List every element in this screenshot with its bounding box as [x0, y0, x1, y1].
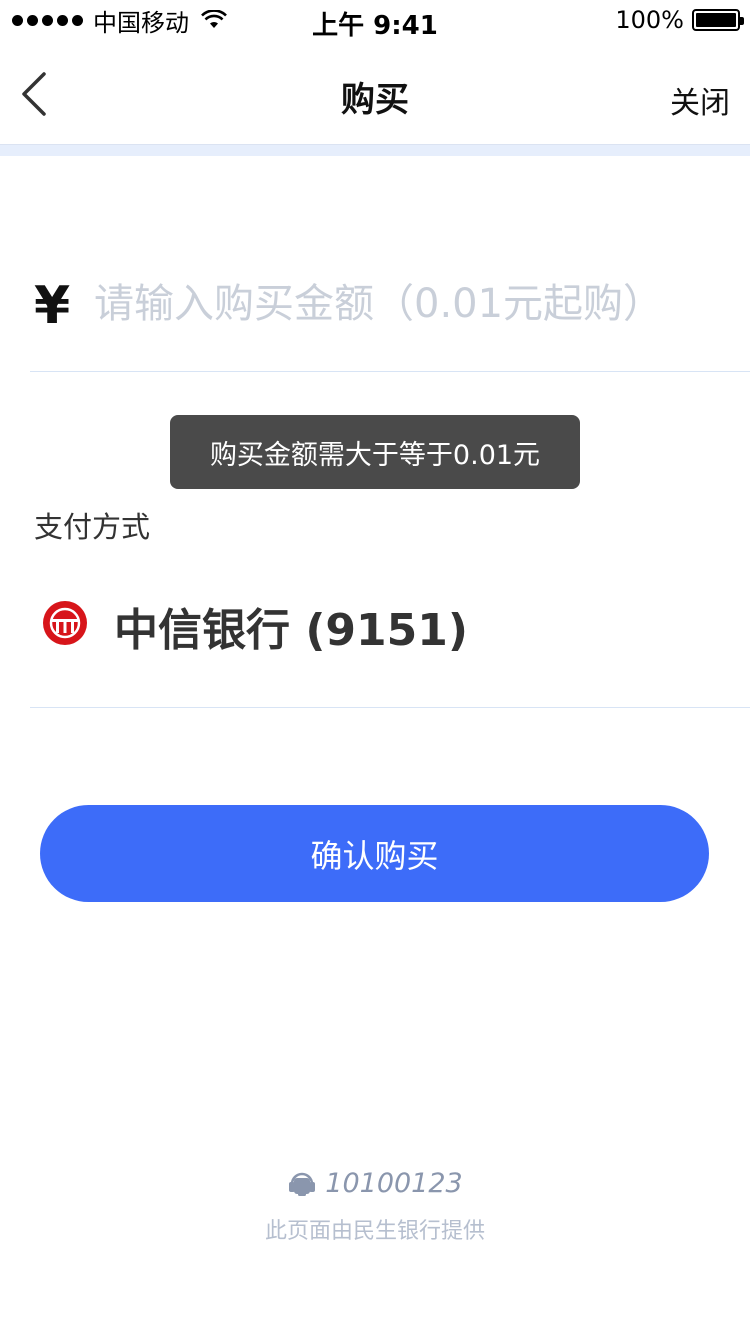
status-bar: 中国移动 上午 9:41 100% [0, 0, 750, 41]
status-right: 100% [615, 6, 744, 34]
battery-icon [692, 9, 744, 31]
nav-divider [0, 144, 750, 156]
error-toast: 购买金额需大于等于0.01元 [170, 415, 580, 489]
citic-bank-logo-icon [43, 601, 87, 645]
bank-name: 中信银行 (9151) [114, 605, 468, 656]
service-phone: 10100123 [325, 1168, 463, 1199]
amount-input[interactable] [94, 274, 734, 334]
payment-method-label: 支付方式 [34, 510, 151, 544]
battery-percent: 100% [615, 6, 684, 34]
purchase-page: 中国移动 上午 9:41 100% 购买 关闭 ¥ 购买金额需大于等于0.01元 [0, 0, 750, 1334]
close-button[interactable]: 关闭 [670, 78, 730, 122]
currency-symbol: ¥ [34, 276, 71, 336]
amount-field: ¥ [30, 262, 750, 372]
provider-note: 此页面由民生银行提供 [264, 1219, 485, 1244]
payment-method-selector[interactable]: 中信银行 (9151) [30, 580, 750, 708]
headset-icon [289, 1172, 316, 1196]
customer-service[interactable]: 10100123 [0, 1168, 750, 1199]
page-title: 购买 [341, 80, 409, 120]
confirm-purchase-button[interactable]: 确认购买 [40, 805, 709, 902]
toast-message: 购买金额需大于等于0.01元 [209, 439, 541, 471]
nav-bar: 购买 关闭 [0, 40, 750, 144]
